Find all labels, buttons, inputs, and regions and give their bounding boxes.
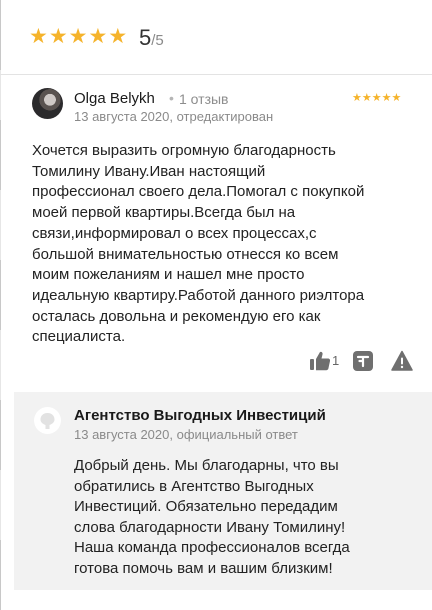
star-icon: ★ [391, 92, 402, 104]
like-button[interactable] [309, 350, 331, 372]
company-avatar[interactable] [34, 407, 61, 434]
official-reply: Агентство Выгодных Инвестиций 13 августа… [14, 392, 432, 590]
reply-text-line: обратились в Агентство Выгодных [74, 477, 314, 495]
rating-stars: ★ ★ ★ ★ ★ [29, 24, 127, 50]
author-review-count: 1 отзыв [179, 91, 229, 107]
star-icon: ★ [381, 92, 392, 104]
review-text-line: специалиста. [32, 328, 126, 346]
review-author[interactable]: Olga Belykh [74, 89, 155, 108]
star-icon: ★ [108, 25, 128, 48]
reply-text-line: Инвестиций. Обязательно передадим [74, 498, 338, 516]
share-button[interactable] [353, 351, 373, 371]
review-text-line: идеальную квартиру.Работой данного риэлт… [32, 286, 365, 304]
reply-date: 13 августа 2020, официальный ответ [74, 427, 298, 442]
reply-text-line: готова помочь вам и вашим близким! [74, 559, 333, 577]
star-icon: ★ [88, 25, 108, 48]
review-text-line: моим пожеланиям и нашел мне просто [32, 266, 305, 284]
review-text-line: связи,информировал о всех процессах,с [32, 224, 317, 242]
report-button[interactable] [391, 350, 413, 372]
rating-value: 5 [139, 25, 152, 50]
review-text-line: моей первой квартиры.Всегда был на [32, 204, 296, 222]
rating-summary: ★ ★ ★ ★ ★ 5/5 [0, 0, 432, 75]
star-icon: ★ [68, 25, 88, 48]
review-text-line: большой внимательностью отнесся ко всем [32, 245, 339, 263]
warning-icon [391, 350, 413, 371]
reply-text: Добрый день. Мы благодарны, что вы обрат… [74, 456, 414, 580]
reply-text-line: Добрый день. Мы благодарны, что вы [74, 457, 339, 474]
reply-author[interactable]: Агентство Выгодных Инвестиций [74, 406, 326, 425]
avatar[interactable] [32, 88, 63, 119]
edge-tick [0, 400, 1, 470]
thumbs-up-icon [310, 351, 331, 371]
edge-tick [0, 540, 1, 610]
review-text-line: осталась довольна и рекомендую его как [32, 307, 321, 325]
share-icon [353, 351, 373, 371]
review-text-line: профессионал своего дела.Помогал с покуп… [32, 183, 365, 201]
page-edge [0, 0, 1, 610]
review-text: Хочется выразить огромную благодарность … [32, 141, 392, 348]
meta-separator: • [169, 90, 174, 106]
star-icon: ★ [48, 25, 68, 48]
star-icon: ★ [352, 92, 362, 104]
company-logo-icon [40, 413, 55, 429]
review-text-line: Томилину Ивану.Иван настоящий [32, 162, 266, 180]
review-date: 13 августа 2020, отредактирован [74, 109, 274, 124]
star-icon: ★ [371, 92, 382, 104]
review-text-line: Хочется выразить огромную благодарность [32, 142, 336, 159]
rating-score: 5/5 [139, 24, 164, 55]
like-count: 1 [332, 353, 340, 368]
star-icon: ★ [361, 92, 372, 104]
star-icon: ★ [29, 25, 48, 48]
edge-tick [0, 120, 1, 190]
rating-max: /5 [151, 32, 164, 49]
edge-tick [0, 260, 1, 330]
review-stars: ★ ★ ★ ★ ★ [352, 91, 401, 105]
reply-text-line: Наша команда профессионалов всегда [74, 539, 350, 557]
reply-text-line: слова благодарности Ивану Томилину! [74, 518, 346, 536]
